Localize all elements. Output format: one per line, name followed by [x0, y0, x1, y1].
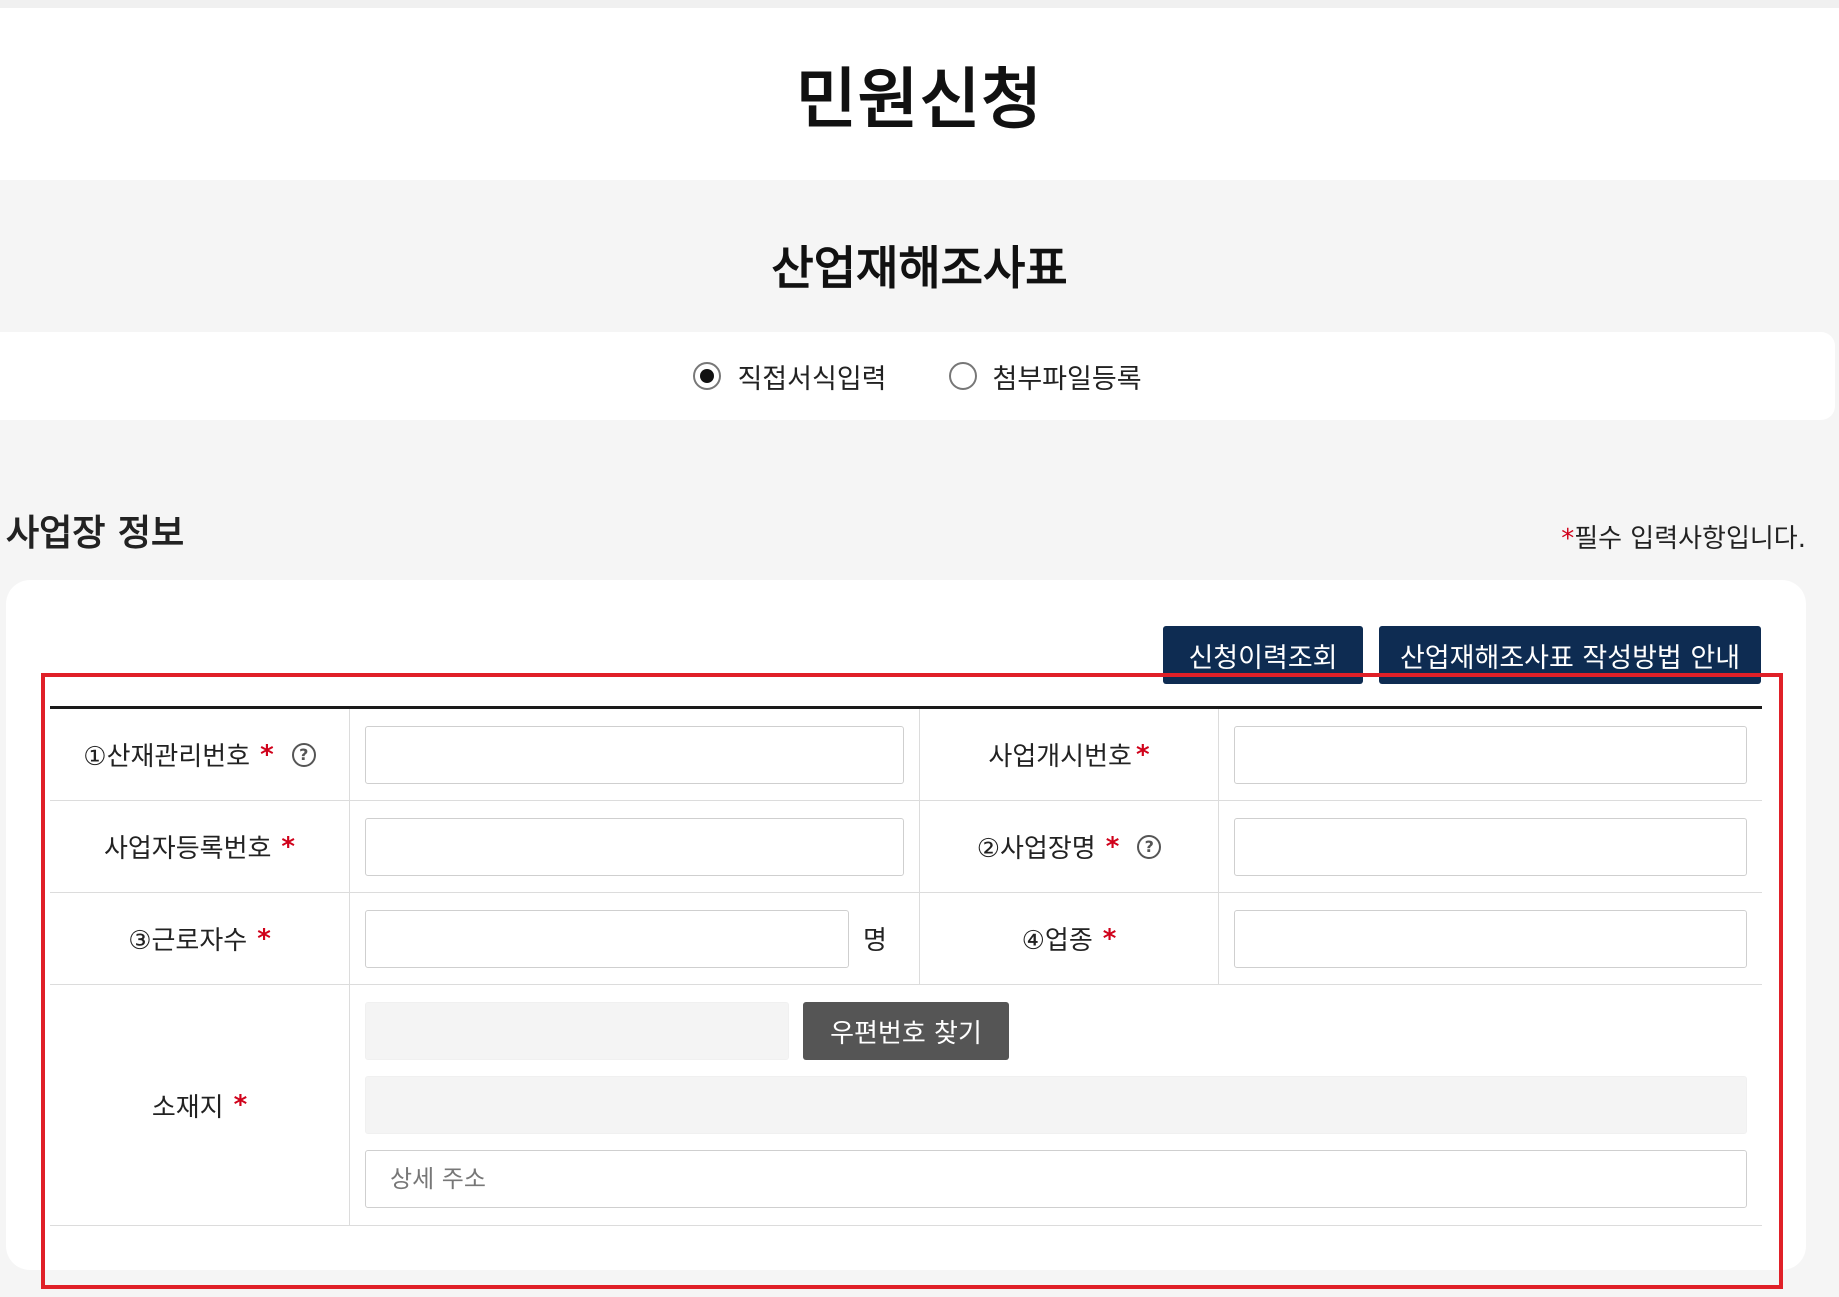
- radio-checked-icon[interactable]: [693, 362, 722, 390]
- location-cell: 우편번호 찾기: [350, 985, 1762, 1225]
- zip-search-button[interactable]: 우편번호 찾기: [803, 1002, 1009, 1060]
- accident-mgmt-no-label-text: ①산재관리번호: [83, 742, 251, 772]
- accident-mgmt-no-input[interactable]: [365, 725, 904, 784]
- page-title: 민원신청: [796, 61, 1043, 138]
- form-title: 산업재해조사표: [771, 241, 1068, 295]
- input-mode-group: 직접서식입력 첨부파일등록: [0, 332, 1835, 420]
- radio-file-upload-label: 첨부파일등록: [992, 363, 1142, 395]
- required-note: *필수 입력사항입니다.: [1561, 518, 1806, 555]
- radio-unchecked-icon[interactable]: [948, 362, 977, 390]
- industry-label-text: ④업종: [1021, 926, 1093, 956]
- radio-direct-input[interactable]: 직접서식입력: [693, 357, 887, 396]
- help-icon[interactable]: ?: [1137, 834, 1162, 859]
- section-title: 사업장 정보: [6, 513, 185, 554]
- detail-address-input[interactable]: [365, 1150, 1747, 1208]
- worker-count-input[interactable]: [365, 909, 849, 968]
- worker-count-label-text: ③근로자수: [128, 926, 248, 956]
- business-start-no-label-text: 사업개시번호: [988, 742, 1132, 772]
- form-row: ③근로자수 * 명 ④업종 *: [50, 893, 1762, 985]
- location-label-text: 소재지: [151, 1092, 224, 1123]
- zip-code-input[interactable]: [365, 1002, 789, 1060]
- workplace-form-table: ①산재관리번호 * ? 사업개시번호* 사업자등록번호 * ②사업장명 * ?: [50, 706, 1762, 1226]
- industry-label: ④업종 *: [919, 893, 1219, 984]
- business-reg-no-label: 사업자등록번호 *: [50, 801, 350, 892]
- business-start-no-input[interactable]: [1234, 725, 1747, 784]
- worker-count-cell: 명: [350, 893, 919, 984]
- business-reg-no-input[interactable]: [365, 817, 904, 876]
- zip-row: 우편번호 찾기: [365, 1002, 1747, 1060]
- industry-input[interactable]: [1234, 909, 1747, 968]
- location-label: 소재지 *: [50, 985, 350, 1225]
- help-icon[interactable]: ?: [291, 742, 316, 767]
- required-star: *: [1102, 923, 1117, 954]
- form-row: ①산재관리번호 * ? 사업개시번호 *: [50, 709, 1762, 801]
- business-start-no-label: 사업개시번호 *: [919, 709, 1219, 800]
- business-reg-no-label-text: 사업자등록번호: [103, 834, 272, 864]
- page-header: 민원신청: [0, 8, 1839, 180]
- radio-direct-input-label: 직접서식입력: [737, 363, 887, 395]
- form-row: 소재지 * 우편번호 찾기: [50, 985, 1762, 1226]
- worker-count-label: ③근로자수 *: [50, 893, 350, 984]
- required-star: *: [1135, 739, 1150, 770]
- top-strip: [0, 0, 1839, 8]
- business-reg-no-cell: [350, 801, 919, 892]
- workplace-name-cell: [1219, 801, 1762, 892]
- required-note-star: *: [1561, 524, 1575, 554]
- required-star: *: [281, 831, 296, 862]
- required-star: *: [233, 1090, 248, 1120]
- form-row: 사업자등록번호 * ②사업장명 * ?: [50, 801, 1762, 893]
- accident-mgmt-no-cell: [350, 709, 919, 800]
- industry-cell: [1219, 893, 1762, 984]
- required-star: *: [1105, 831, 1120, 862]
- required-note-text: 필수 입력사항입니다.: [1574, 524, 1806, 554]
- workplace-name-input[interactable]: [1234, 817, 1747, 876]
- accident-mgmt-no-label: ①산재관리번호 * ?: [50, 709, 350, 800]
- base-address-input[interactable]: [365, 1076, 1747, 1134]
- workplace-name-label-text: ②사업장명: [976, 834, 1096, 864]
- required-star: *: [260, 739, 274, 770]
- workplace-name-label: ②사업장명 * ?: [919, 801, 1219, 892]
- required-star: *: [257, 923, 271, 954]
- radio-file-upload[interactable]: 첨부파일등록: [948, 357, 1142, 396]
- writing-guide-button[interactable]: 산업재해조사표 작성방법 안내: [1379, 626, 1761, 684]
- business-start-no-cell: [1219, 709, 1762, 800]
- worker-count-unit: 명: [863, 926, 887, 956]
- application-history-button[interactable]: 신청이력조회: [1163, 626, 1363, 684]
